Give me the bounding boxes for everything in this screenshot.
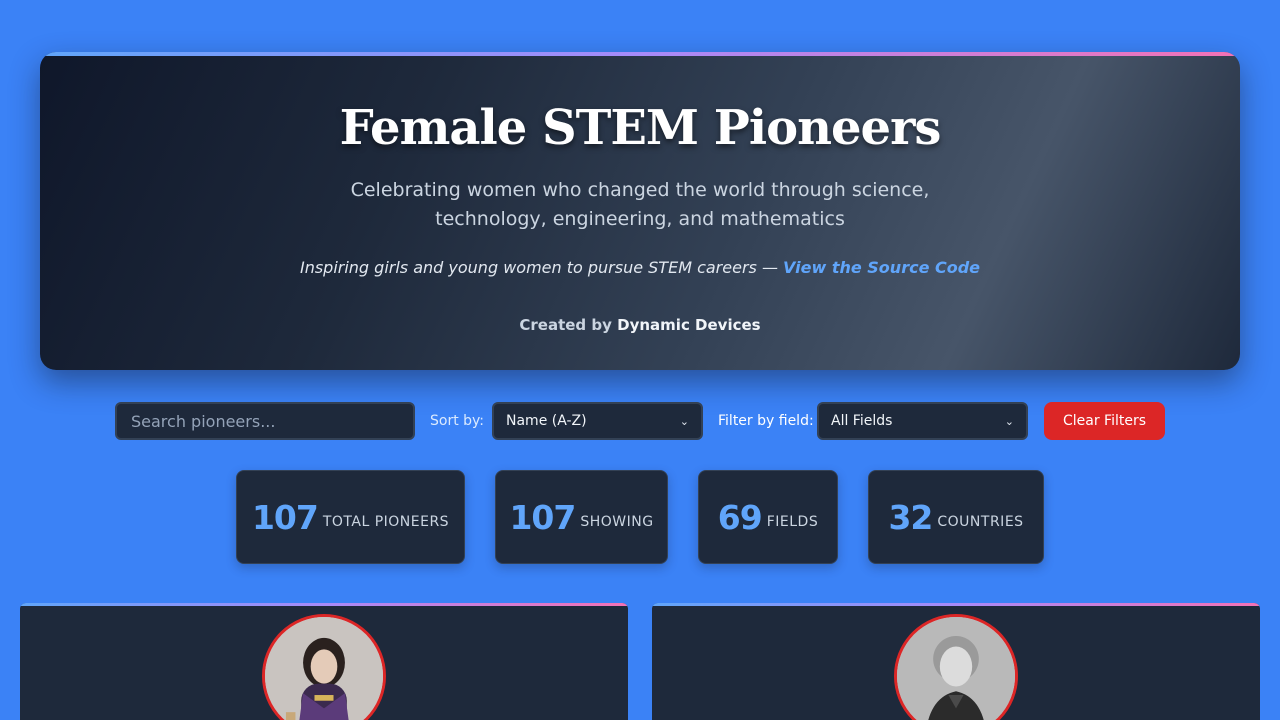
stat-label: FIELDS bbox=[766, 514, 819, 530]
portrait-image bbox=[265, 617, 383, 720]
stat-fields: 69 FIELDS bbox=[698, 470, 838, 564]
pioneer-card[interactable] bbox=[652, 603, 1260, 720]
stat-label: COUNTRIES bbox=[937, 514, 1024, 530]
sort-select-value: Name (A-Z) bbox=[506, 413, 587, 429]
stat-value: 69 bbox=[717, 497, 763, 537]
clear-filters-button[interactable]: Clear Filters bbox=[1044, 402, 1165, 440]
pioneer-portrait bbox=[894, 614, 1018, 720]
stat-label: TOTAL PIONEERS bbox=[322, 514, 450, 530]
pioneer-card[interactable] bbox=[20, 603, 628, 720]
tagline-text: Inspiring girls and young women to pursu… bbox=[299, 258, 784, 277]
hero-credit: Created by Dynamic Devices bbox=[40, 316, 1240, 334]
sort-select[interactable]: Name (A-Z) ⌄ bbox=[492, 402, 703, 440]
source-code-link[interactable]: View the Source Code bbox=[783, 258, 980, 277]
filter-controls: Sort by: Name (A-Z) ⌄ Filter by field: A… bbox=[115, 402, 1165, 440]
filter-select-value: All Fields bbox=[831, 413, 893, 429]
chevron-down-icon: ⌄ bbox=[1004, 414, 1014, 428]
stat-showing: 107 SHOWING bbox=[495, 470, 668, 564]
stat-value: 32 bbox=[888, 497, 933, 537]
page-title: Female STEM Pioneers bbox=[339, 100, 942, 156]
page: Female STEM Pioneers Celebrating women w… bbox=[0, 0, 1280, 720]
stat-total-pioneers: 107 TOTAL PIONEERS bbox=[236, 470, 465, 564]
hero-tagline: Inspiring girls and young women to pursu… bbox=[40, 258, 1240, 277]
stat-value: 107 bbox=[251, 497, 319, 537]
chevron-down-icon: ⌄ bbox=[679, 414, 689, 428]
portrait-image bbox=[897, 617, 1015, 720]
field-filter-select[interactable]: All Fields ⌄ bbox=[817, 402, 1028, 440]
stat-label: SHOWING bbox=[580, 514, 654, 530]
credit-author: Dynamic Devices bbox=[617, 316, 761, 334]
filter-label: Filter by field: bbox=[718, 413, 814, 429]
stat-countries: 32 COUNTRIES bbox=[868, 470, 1044, 564]
hero-banner: Female STEM Pioneers Celebrating women w… bbox=[40, 52, 1240, 370]
hero-subtitle: Celebrating women who changed the world … bbox=[350, 179, 930, 230]
stat-value: 107 bbox=[509, 497, 576, 537]
sort-label: Sort by: bbox=[430, 413, 485, 429]
search-input[interactable] bbox=[115, 402, 415, 440]
credit-prefix: Created by bbox=[519, 316, 618, 334]
pioneer-portrait bbox=[262, 614, 386, 720]
